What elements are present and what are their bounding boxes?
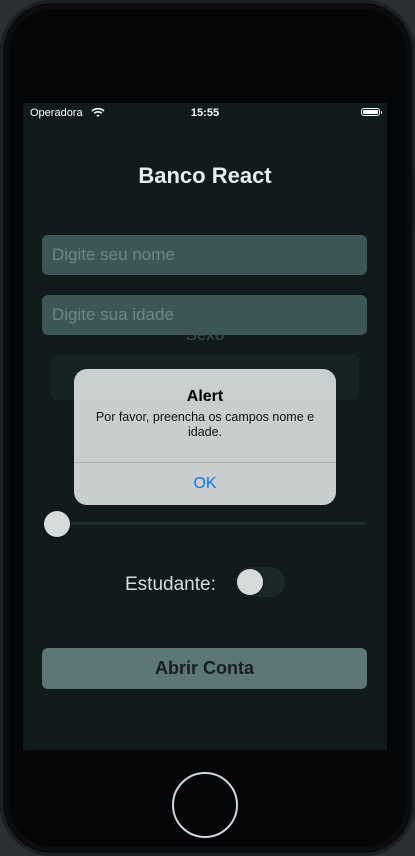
limit-slider-track[interactable] [58, 522, 365, 525]
status-time: 15:55 [190, 107, 220, 119]
home-button[interactable] [172, 772, 238, 838]
switch-knob[interactable] [237, 569, 263, 595]
page-title: Banco React [138, 163, 272, 188]
alert-ok-button[interactable]: OK [74, 463, 336, 505]
limit-slider-thumb[interactable] [44, 511, 70, 537]
student-label: Estudante: [125, 574, 216, 595]
status-bar: Operadora 15:55 [23, 103, 387, 125]
alert-message: Por favor, preencha os campos nome e ida… [95, 410, 315, 439]
app-screen: Operadora 15:55 Banco React Sexo Estudan… [23, 103, 387, 750]
sexo-label: Sexo [185, 325, 225, 344]
open-account-button[interactable]: Abrir Conta [42, 648, 367, 689]
battery-icon [361, 108, 382, 116]
alert-title: Alert [186, 388, 224, 405]
name-input[interactable] [42, 235, 367, 275]
alert-dialog: Alert Por favor, preencha os campos nome… [74, 369, 336, 505]
student-switch[interactable] [235, 567, 285, 597]
phone-frame: Operadora 15:55 Banco React Sexo Estudan… [0, 0, 415, 856]
